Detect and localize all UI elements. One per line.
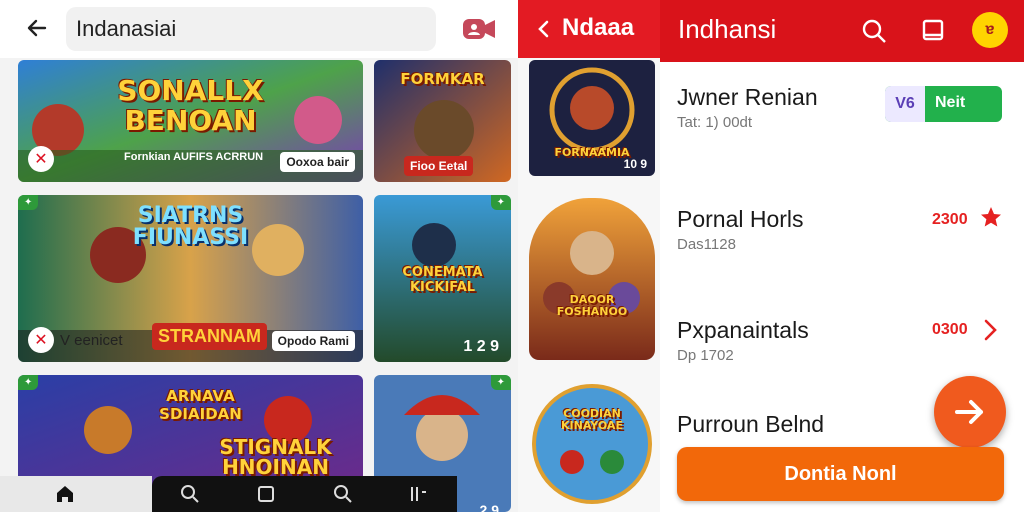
list-item-subtitle: Das1128	[677, 236, 736, 253]
search-icon[interactable]	[175, 479, 205, 509]
card-title: ARNAVA SDIAIDAN	[159, 387, 242, 423]
page-title: Indhansi	[678, 14, 777, 44]
card-title: DAOOR FOSHANOO	[556, 293, 628, 318]
card-artwork	[529, 198, 655, 360]
primary-action-button[interactable]: Dontia Nonl	[677, 447, 1004, 501]
left-header: Indanasiai	[0, 0, 518, 58]
chevron-right-icon[interactable]	[980, 318, 1000, 347]
game-card[interactable]: FORNAAMIA 10 9	[529, 60, 655, 176]
list-item-subtitle: Tat: 1) 00dt	[677, 114, 753, 131]
right-header: Indhansi ɐ	[660, 0, 1024, 62]
card-badge: 10 9	[623, 157, 647, 171]
search-icon[interactable]	[857, 14, 891, 48]
search-input[interactable]: Indanasiai	[66, 7, 436, 51]
list-item-subtitle: Dp 1702	[677, 347, 734, 364]
avatar[interactable]: ɐ	[972, 12, 1008, 48]
card-title: FORMKAR	[400, 70, 485, 88]
card-caption: Fornkian AUFIFS ACRRUN	[124, 151, 264, 163]
back-arrow-icon[interactable]	[22, 13, 52, 43]
list-item-title[interactable]: Purroun Belnd	[677, 411, 824, 438]
card-badge: 2 9	[479, 502, 499, 512]
new-tag: ✦	[490, 195, 511, 210]
middle-header: Ndaaa	[518, 0, 660, 58]
search-icon[interactable]	[328, 479, 358, 509]
right-pane: Indhansi ɐ Jwner Renian Tat: 1) 00dt V6 …	[660, 0, 1024, 512]
grid-icon[interactable]	[404, 479, 434, 509]
send-arrow-icon[interactable]	[934, 376, 1006, 448]
tablet-icon[interactable]	[251, 479, 281, 509]
card-badge: Fioo Eetal	[404, 156, 474, 176]
home-icon[interactable]	[50, 479, 80, 509]
bottom-nav-home-area	[0, 476, 152, 512]
card-badge: 1 2 9	[463, 338, 499, 355]
middle-title: Ndaaa	[562, 14, 635, 41]
game-card[interactable]: DAOOR FOSHANOO	[529, 198, 655, 360]
card-badge: Opodo Rami	[271, 331, 355, 351]
game-card[interactable]: SONALLX BENOAN ✕ Fornkian AUFIFS ACRRUN …	[18, 60, 363, 182]
list-item-title[interactable]: Jwner Renian	[677, 84, 818, 111]
game-card[interactable]: ✦ SIATRNS FIUNASSI ✕ V eenicet STRANNAM …	[18, 195, 363, 362]
new-tag: ✦	[18, 375, 39, 390]
card-badge: Ooxoa bair	[280, 152, 355, 172]
card-caption: V eenicet	[60, 332, 123, 349]
card-artwork	[532, 384, 652, 504]
vip-badge: V6	[885, 86, 925, 122]
card-banner: STRANNAM	[152, 323, 267, 350]
card-title: SONALLX BENOAN	[117, 74, 264, 137]
card-banner: STIGNALK HNOINAN	[219, 435, 332, 479]
back-arrow-icon[interactable]	[532, 14, 556, 44]
card-title: SIATRNS FIUNASSI	[132, 203, 249, 250]
game-card[interactable]: COODIAN KINAYOAE	[532, 382, 652, 506]
tablet-icon[interactable]	[916, 14, 950, 48]
game-card[interactable]: FORMKAR Fioo Eetal	[374, 60, 511, 182]
video-call-icon[interactable]	[460, 14, 498, 44]
vip-label: Neit	[935, 94, 966, 111]
star-icon[interactable]	[980, 206, 1002, 233]
close-icon[interactable]: ✕	[28, 146, 54, 172]
list-item-title[interactable]: Pornal Horls	[677, 206, 804, 233]
game-card[interactable]: ✦ CONEMATA KICKIFAL 1 2 9	[374, 195, 511, 362]
close-icon[interactable]: ✕	[28, 327, 54, 353]
middle-pane: Ndaaa FORNAAMIA 10 9 DAOOR FOSHANOO COOD…	[518, 0, 660, 512]
bottom-nav	[152, 476, 457, 512]
list-item-value: 0300	[932, 321, 968, 338]
list-item-value: 2300	[932, 211, 968, 228]
new-tag: ✦	[490, 375, 511, 390]
left-pane: Indanasiai SONALLX BENOAN ✕ Fornkian AUF…	[0, 0, 518, 512]
vip-button[interactable]: V6 Neit	[885, 86, 1002, 122]
list-item-title[interactable]: Pxpanaintals	[677, 317, 809, 344]
card-title: CONEMATA KICKIFAL	[402, 265, 483, 295]
card-title: COODIAN KINAYOAE	[561, 407, 623, 432]
